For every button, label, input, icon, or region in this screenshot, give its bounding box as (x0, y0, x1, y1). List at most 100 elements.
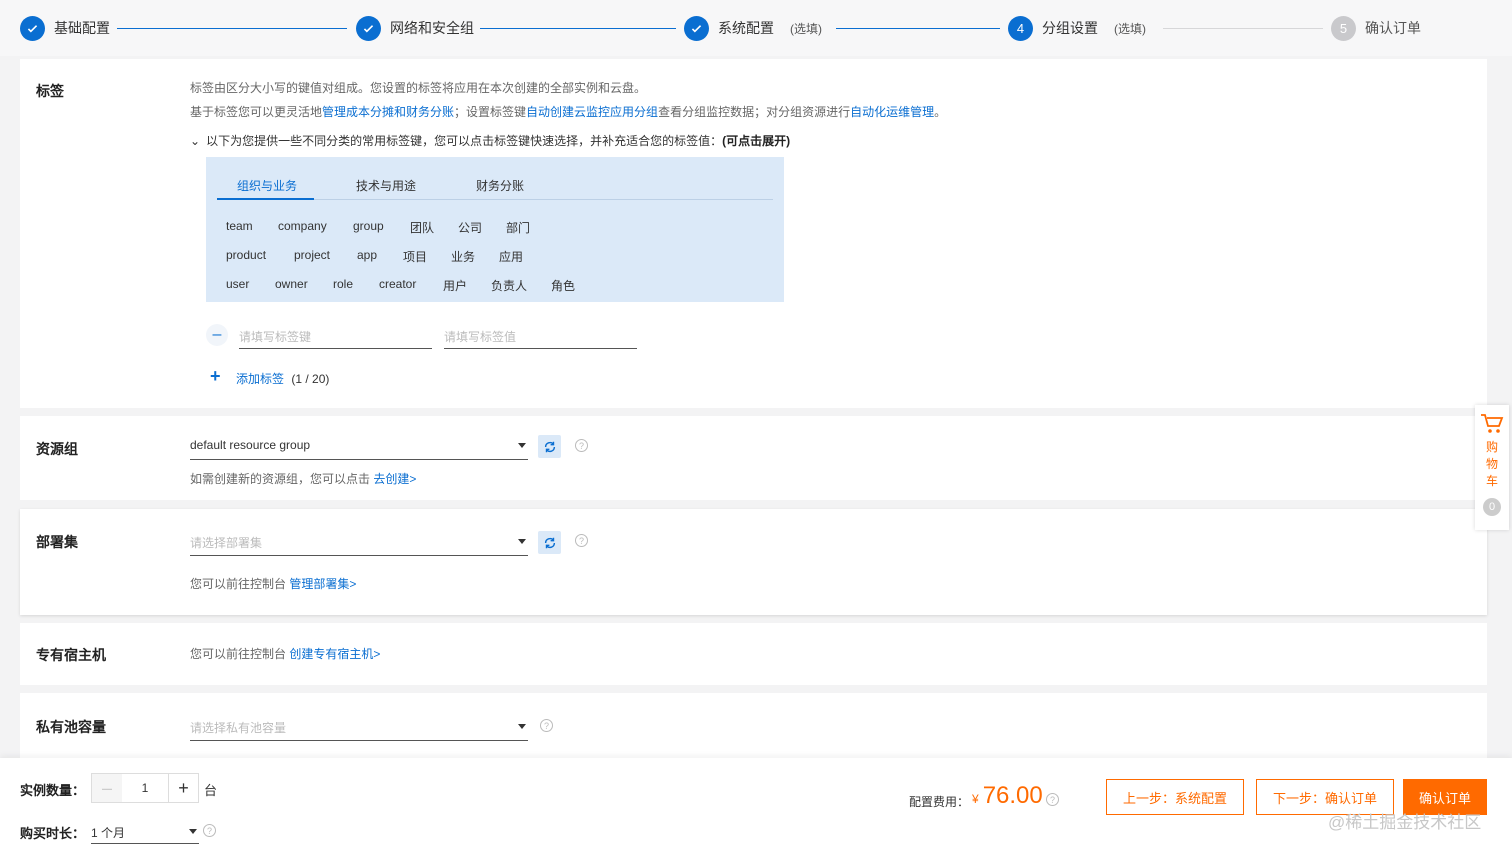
check-icon (684, 15, 709, 41)
prev-step-button[interactable]: 上一步：系统配置 (1106, 779, 1244, 815)
step-number: 4 (1008, 15, 1033, 41)
watermark: @稀土掘金技术社区 (1328, 813, 1482, 832)
caret-down-icon (189, 829, 197, 834)
tag-key-chip[interactable]: app (357, 248, 377, 262)
section-title: 标签 (36, 83, 64, 99)
tab-technology[interactable]: 技术与用途 (356, 177, 416, 194)
check-icon (356, 15, 381, 41)
step-group-settings: 4 分组设置 (选填) (1008, 15, 1146, 41)
tab-finance[interactable]: 财务分账 (476, 177, 524, 194)
help-icon[interactable]: ? (540, 719, 553, 732)
tag-key-chip[interactable]: 公司 (458, 219, 482, 236)
create-resource-group-link[interactable]: 去创建> (373, 472, 416, 486)
tag-key-chip[interactable]: group (353, 219, 384, 233)
manage-deployment-set-link[interactable]: 管理部署集> (289, 577, 356, 591)
tag-key-chip[interactable]: role (333, 277, 353, 291)
quantity-stepper: – 1 + (91, 773, 199, 803)
tag-key-chip[interactable]: 用户 (443, 277, 467, 294)
tag-suggestions-toggle[interactable]: ⌄ 以下为您提供一些不同分类的常用标签键，您可以点击标签键快速选择，并补充适合您的… (190, 132, 790, 149)
tag-key-chip[interactable]: 业务 (451, 248, 475, 265)
tag-key-chip[interactable]: owner (275, 277, 308, 291)
cart-count-badge: 0 (1483, 498, 1501, 516)
tab-organization[interactable]: 组织与业务 (237, 177, 297, 194)
caret-down-icon (518, 724, 526, 729)
step-connector (1163, 28, 1323, 29)
check-icon (20, 15, 45, 41)
resource-group-select[interactable]: default resource group (190, 432, 528, 460)
shopping-cart[interactable]: 购物车 0 (1475, 405, 1509, 530)
cost-allocation-link[interactable]: 管理成本分摊和财务分账 (322, 105, 454, 119)
tag-key-chip[interactable]: team (226, 219, 253, 233)
section-title: 部署集 (36, 534, 78, 550)
step-optional: (选填) (790, 21, 822, 36)
chevron-down-icon: ⌄ (190, 134, 201, 148)
private-pool-section: 私有池容量 请选择私有池容量 ? (20, 693, 1487, 758)
tag-suggestions-panel: 组织与业务 技术与用途 财务分账 team company group 团队 公… (206, 157, 784, 302)
dedicated-host-section: 专有宿主机 您可以前往控制台 创建专有宿主机> (20, 623, 1487, 685)
step-label: 确认订单 (1365, 20, 1421, 36)
tags-description: 标签由区分大小写的键值对组成。您设置的标签将应用在本次创建的全部实例和云盘。 (190, 81, 647, 95)
step-basic-config[interactable]: 基础配置 (20, 15, 110, 41)
step-connector (836, 28, 1000, 29)
add-tag-button[interactable]: 添加标签 (1 / 20) (236, 370, 329, 387)
tag-key-chip[interactable]: 团队 (410, 219, 434, 236)
quantity-input[interactable]: 1 (122, 774, 168, 802)
quantity-label: 实例数量： (20, 783, 86, 798)
active-tab-indicator (217, 198, 314, 200)
tag-key-chip[interactable]: creator (379, 277, 416, 291)
tag-count: (1 / 20) (291, 372, 330, 386)
refresh-icon[interactable] (538, 531, 561, 554)
refresh-icon[interactable] (538, 435, 561, 458)
tag-key-chip[interactable]: product (226, 248, 266, 262)
help-icon[interactable]: ? (203, 824, 216, 837)
help-icon[interactable]: ? (575, 534, 588, 547)
tag-value-input[interactable]: 请填写标签值 (444, 323, 637, 349)
tag-key-chip[interactable]: 负责人 (491, 277, 527, 294)
tag-key-chip[interactable]: 部门 (506, 219, 530, 236)
caret-down-icon (518, 443, 526, 448)
step-network[interactable]: 网络和安全组 (356, 15, 474, 41)
order-footer: 实例数量： – 1 + 台 购买时长： 1 个月 ? 配置费用： ¥ 76.00… (0, 758, 1512, 853)
tag-key-input[interactable]: 请填写标签键 (239, 323, 432, 349)
private-pool-select[interactable]: 请选择私有池容量 (190, 713, 528, 741)
step-progress: 基础配置 网络和安全组 系统配置 (选填) 4 分组设置 (选填) 5 确认订单 (0, 0, 1512, 56)
automation-ops-link[interactable]: 自动化运维管理 (850, 105, 934, 119)
add-tag-icon[interactable]: + (210, 366, 221, 387)
tag-key-chip[interactable]: company (278, 219, 327, 233)
dedicated-host-hint: 您可以前往控制台 创建专有宿主机> (190, 647, 381, 661)
step-optional: (选填) (1114, 21, 1146, 36)
tag-key-chip[interactable]: user (226, 277, 249, 291)
step-connector (480, 28, 676, 29)
config-price: ¥ 76.00 (972, 782, 1043, 809)
tag-key-chip[interactable]: 应用 (499, 248, 523, 265)
help-icon[interactable]: ? (575, 439, 588, 452)
step-system-config[interactable]: 系统配置 (选填) (684, 15, 822, 41)
cloud-monitor-link[interactable]: 自动创建云监控应用分组 (526, 105, 658, 119)
tag-category-tabs: 组织与业务 技术与用途 财务分账 (217, 171, 773, 200)
step-confirm-order: 5 确认订单 (1331, 15, 1421, 41)
tag-key-chip[interactable]: project (294, 248, 330, 262)
step-label: 基础配置 (54, 20, 110, 36)
create-dedicated-host-link[interactable]: 创建专有宿主机> (289, 647, 380, 661)
deployment-set-select[interactable]: 请选择部署集 (190, 528, 528, 556)
increment-button[interactable]: + (168, 774, 198, 802)
section-title: 私有池容量 (36, 719, 106, 735)
tags-section: 标签 标签由区分大小写的键值对组成。您设置的标签将应用在本次创建的全部实例和云盘… (20, 59, 1487, 408)
step-label: 网络和安全组 (390, 20, 474, 36)
tag-key-chip[interactable]: 项目 (403, 248, 427, 265)
resource-group-hint: 如需创建新的资源组，您可以点击 去创建> (190, 472, 417, 486)
help-icon[interactable]: ? (1046, 793, 1059, 806)
remove-tag-icon[interactable]: – (206, 324, 228, 346)
decrement-button[interactable]: – (92, 774, 122, 802)
section-title: 专有宿主机 (36, 647, 106, 663)
caret-down-icon (518, 539, 526, 544)
step-label: 系统配置 (718, 20, 774, 36)
deployment-set-section: 部署集 请选择部署集 ? 您可以前往控制台 管理部署集> (20, 509, 1487, 615)
cart-label: 购物车 (1485, 440, 1498, 488)
resource-group-section: 资源组 default resource group ? 如需创建新的资源组，您… (20, 416, 1487, 500)
section-title: 资源组 (36, 441, 78, 457)
step-label: 分组设置 (1042, 20, 1098, 36)
duration-select[interactable]: 1 个月 (91, 818, 199, 844)
tag-key-chip[interactable]: 角色 (551, 277, 575, 294)
deployment-set-hint: 您可以前往控制台 管理部署集> (190, 577, 357, 591)
